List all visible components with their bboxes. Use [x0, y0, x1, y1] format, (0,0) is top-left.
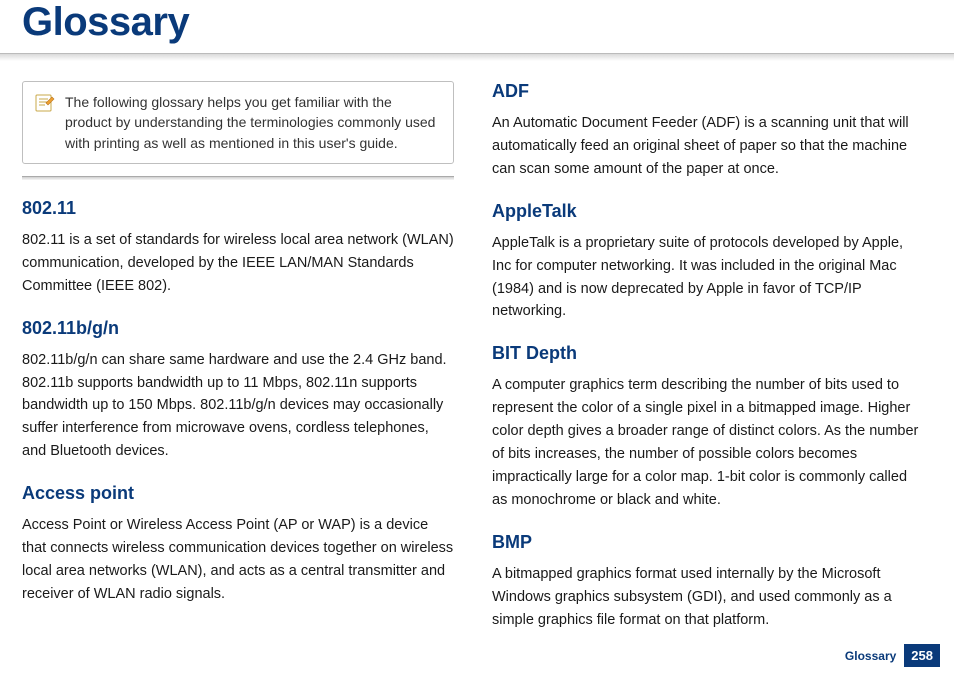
note-rule: [22, 176, 454, 180]
term-heading: 802.11: [22, 198, 454, 219]
entry-bmp: BMP A bitmapped graphics format used int…: [492, 532, 924, 632]
term-heading: BIT Depth: [492, 343, 924, 364]
entry-bit-depth: BIT Depth A computer graphics term descr…: [492, 343, 924, 511]
entry-adf: ADF An Automatic Document Feeder (ADF) i…: [492, 81, 924, 181]
right-column: ADF An Automatic Document Feeder (ADF) i…: [492, 81, 924, 652]
title-underline: [0, 53, 954, 61]
term-heading: Access point: [22, 483, 454, 504]
term-definition: Access Point or Wireless Access Point (A…: [22, 514, 454, 606]
term-heading: AppleTalk: [492, 201, 924, 222]
note-box: The following glossary helps you get fam…: [22, 81, 454, 164]
term-heading: BMP: [492, 532, 924, 553]
entry-80211bgn: 802.11b/g/n 802.11b/g/n can share same h…: [22, 318, 454, 464]
footer-section: Glossary: [845, 649, 896, 663]
note-icon: [33, 92, 55, 114]
term-definition: A bitmapped graphics format used interna…: [492, 563, 924, 632]
page-footer: Glossary 258: [845, 644, 940, 667]
term-definition: An Automatic Document Feeder (ADF) is a …: [492, 112, 924, 181]
title-bar: Glossary: [0, 0, 954, 51]
term-definition: 802.11 is a set of standards for wireles…: [22, 229, 454, 298]
entry-appletalk: AppleTalk AppleTalk is a proprietary sui…: [492, 201, 924, 324]
term-heading: 802.11b/g/n: [22, 318, 454, 339]
entry-80211: 802.11 802.11 is a set of standards for …: [22, 198, 454, 298]
note-text: The following glossary helps you get fam…: [65, 92, 441, 153]
content-columns: The following glossary helps you get fam…: [0, 61, 954, 652]
term-definition: A computer graphics term describing the …: [492, 374, 924, 511]
left-column: The following glossary helps you get fam…: [22, 81, 454, 652]
footer-page-number: 258: [904, 644, 940, 667]
term-definition: 802.11b/g/n can share same hardware and …: [22, 349, 454, 464]
term-definition: AppleTalk is a proprietary suite of prot…: [492, 232, 924, 324]
entry-access-point: Access point Access Point or Wireless Ac…: [22, 483, 454, 606]
page-title: Glossary: [22, 0, 954, 45]
term-heading: ADF: [492, 81, 924, 102]
